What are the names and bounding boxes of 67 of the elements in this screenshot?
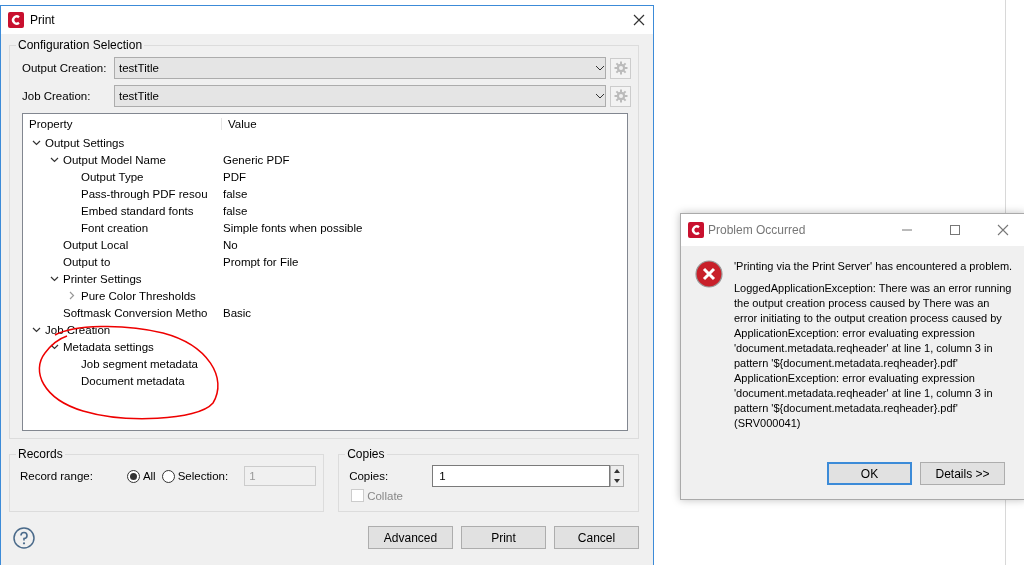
error-message: LoggedApplicationException: There was an error running the output creation process caused by There was an error initiating to the output creation process caused by ApplicationException: error evaluating expression 'document.metadata.reqheader' at line 1, column 3 in pattern '${document.metadata.reqheader}.pdf' ApplicationException: error evaluating expression 'document.metadata.reqheader' at line 1, column 3 in pattern '${document.metadata.reqheader}.pdf' (SRV000041) [734,281,1013,431]
property-value: Prompt for File [223,255,299,268]
tree-item[interactable]: Printer Settings [63,272,142,285]
dialog-button[interactable]: OK [827,462,912,485]
dialog-button[interactable]: Cancel [554,526,639,549]
dropdown-field[interactable]: testTitle [114,85,606,107]
tree-item[interactable]: Output Local [63,238,129,251]
gear-icon [613,61,628,75]
spinner-button[interactable] [610,465,625,487]
tree-item[interactable]: Softmask Conversion Metho [63,306,208,319]
tree-item[interactable]: Output Settings [45,136,125,149]
column-header[interactable]: Property [23,117,222,130]
app-logo-icon [688,222,704,238]
tree-item[interactable]: Font creation [81,221,149,234]
tree-item[interactable]: Job segment metadata [81,357,198,370]
chevron-down-icon[interactable] [49,275,59,282]
group-title: Records [17,447,64,461]
property-value: Basic [223,306,252,319]
dropdown-field[interactable]: testTitle [114,57,606,79]
tree-item[interactable]: Pure Color Thresholds [81,289,196,302]
tree-item[interactable]: Output to [63,255,111,268]
dialog-button[interactable]: Details >> [920,462,1005,485]
radio-button[interactable]: Selection: [161,469,229,483]
tree-item[interactable]: Job Creation [45,323,111,336]
chevron-right-icon[interactable] [69,291,75,300]
chevron-down-icon [595,93,605,99]
group-title: Configuration Selection [17,38,144,52]
property-value: Generic PDF [223,153,290,166]
property-value: PDF [223,170,246,183]
chevron-down-icon [595,65,605,71]
field-label: Copies: [349,470,389,482]
radio-circle-icon[interactable] [161,469,175,483]
error-headline: 'Printing via the Print Server' has encountered a problem. [734,260,1013,272]
property-value: Simple fonts when possible [223,221,363,234]
tree-item[interactable]: Document metadata [81,374,185,387]
error-icon [695,260,723,288]
maximize-icon [949,224,961,236]
gear-icon [613,89,628,103]
help-button[interactable] [13,526,35,549]
close-icon [633,14,645,26]
close-icon [997,224,1009,236]
tree-item[interactable]: Metadata settings [63,340,154,353]
window-title: Problem Occurred [708,223,807,237]
tree-item[interactable]: Pass-through PDF resou [81,187,208,200]
tree-item[interactable]: Output Model Name [63,153,166,166]
chevron-down-icon[interactable] [31,139,41,146]
property-value: No [223,238,238,251]
property-value: false [223,204,248,217]
tree-item[interactable]: Output Type [81,170,144,183]
help-icon [13,526,35,549]
tree-item[interactable]: Embed standard fonts [81,204,194,217]
dialog-button[interactable]: Print [461,526,546,549]
chevron-down-icon[interactable] [49,156,59,163]
group-title: Copies [346,447,386,461]
chevron-down-icon[interactable] [31,326,41,333]
property-value: false [223,187,248,200]
field-label: Output Creation: [21,62,108,74]
dialog-button[interactable]: Advanced [368,526,453,549]
radio-button[interactable]: All [126,469,156,483]
copies-field[interactable]: 1 [432,465,611,487]
field-label: Job Creation: [21,90,92,102]
column-header[interactable]: Value [222,117,257,130]
chevron-down-icon[interactable] [49,343,59,350]
window-title: Print [30,13,56,27]
app-logo-icon [8,12,24,28]
field-label: Record range: [20,470,93,482]
radio-circle-icon[interactable] [126,469,140,483]
